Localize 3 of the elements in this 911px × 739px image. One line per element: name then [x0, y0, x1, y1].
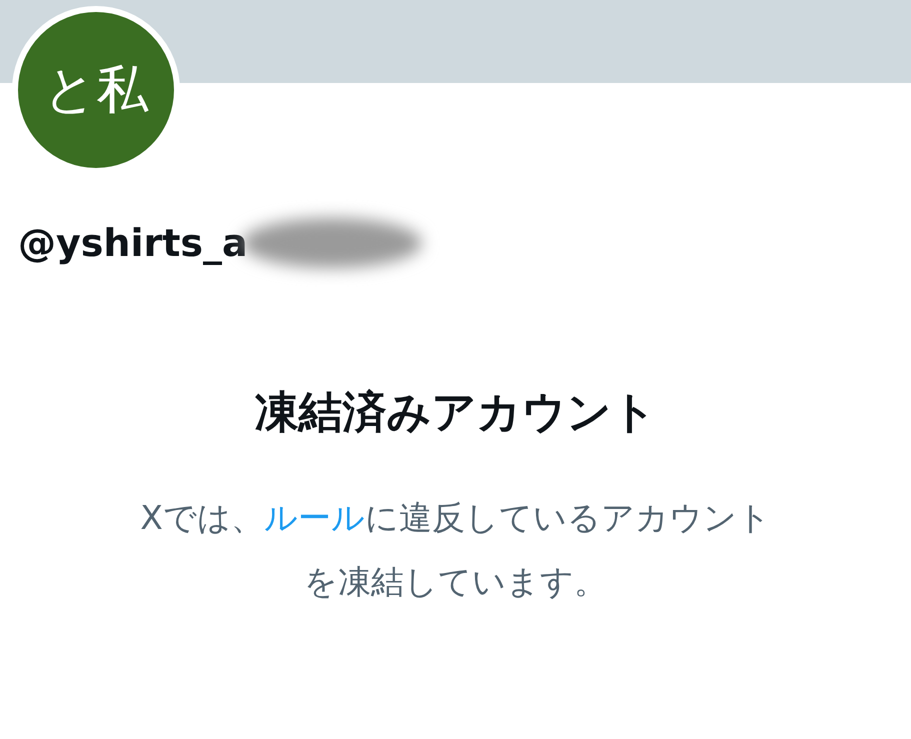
- account-handle: @yshirts_a: [18, 221, 248, 265]
- suspended-title: 凍結済みアカウント: [254, 386, 658, 440]
- suspension-message: Xでは、ルールに違反しているアカウント を凍結しています。: [139, 497, 772, 603]
